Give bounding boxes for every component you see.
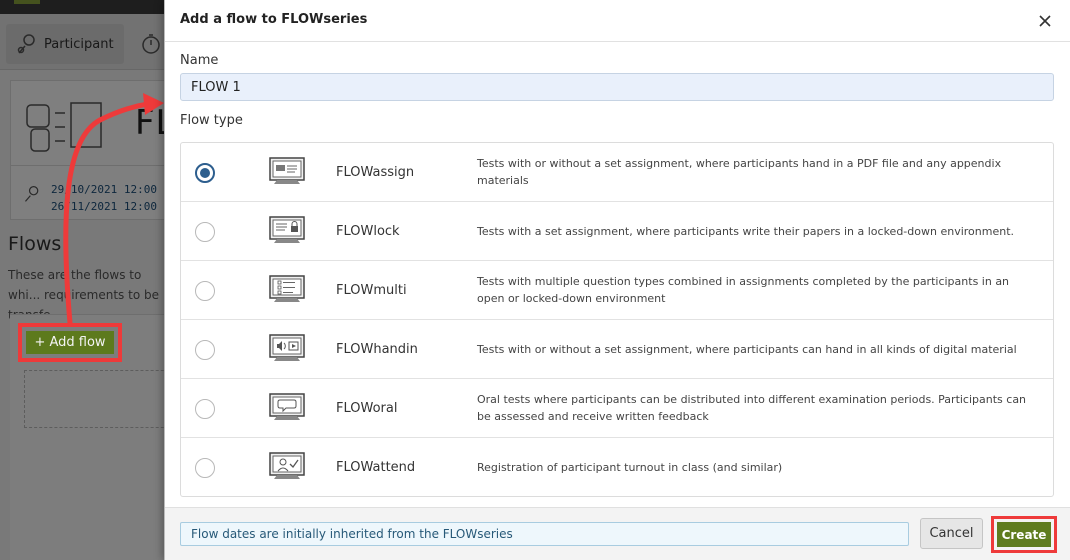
flow-type-name: FLOWlock xyxy=(336,223,400,239)
flow-type-name: FLOWhandin xyxy=(336,341,418,357)
radio-lock[interactable] xyxy=(195,222,215,242)
dialog-header: Add a flow to FLOWseries xyxy=(165,0,1070,42)
add-flow-dialog: Add a flow to FLOWseries Name Flow type … xyxy=(164,0,1070,560)
handin-icon xyxy=(269,334,305,361)
radio-oral[interactable] xyxy=(195,399,215,419)
name-input[interactable] xyxy=(180,73,1054,101)
flow-type-label: Flow type xyxy=(180,113,243,128)
flow-type-option-multi[interactable]: FLOWmulti Tests with multiple question t… xyxy=(181,261,1053,320)
flow-type-description: Tests with or without a set assignment, … xyxy=(477,157,1002,187)
oral-icon xyxy=(269,393,305,420)
radio-handin[interactable] xyxy=(195,340,215,360)
dialog-title: Add a flow to FLOWseries xyxy=(180,12,368,27)
multi-icon xyxy=(269,275,305,302)
radio-multi[interactable] xyxy=(195,281,215,301)
flow-type-name: FLOWassign xyxy=(336,164,415,180)
flow-type-option-handin[interactable]: FLOWhandin Tests with or without a set a… xyxy=(181,320,1053,379)
cancel-button[interactable]: Cancel xyxy=(920,518,983,549)
flow-type-option-oral[interactable]: FLOWoral Oral tests where participants c… xyxy=(181,379,1053,438)
flow-type-description: Tests with multiple question types combi… xyxy=(477,275,1010,305)
flow-type-description: Registration of participant turnout in c… xyxy=(477,460,783,474)
radio-attend[interactable] xyxy=(195,458,215,478)
lock-icon xyxy=(269,216,305,243)
flow-type-description: Oral tests where participants can be dis… xyxy=(477,393,1027,423)
flow-type-name: FLOWattend xyxy=(336,459,416,475)
flow-type-description: Tests with or without a set assignment, … xyxy=(477,342,1017,356)
assign-icon xyxy=(269,157,305,184)
info-message: Flow dates are initially inherited from … xyxy=(180,522,909,546)
flow-type-name: FLOWoral xyxy=(336,400,398,416)
dialog-footer: Flow dates are initially inherited from … xyxy=(165,507,1070,560)
flow-type-option-assign[interactable]: FLOWassign Tests with or without a set a… xyxy=(181,143,1053,202)
flow-type-description: Tests with a set assignment, where parti… xyxy=(477,224,1015,238)
name-label: Name xyxy=(180,53,219,68)
flow-type-option-lock[interactable]: FLOWlock Tests with a set assignment, wh… xyxy=(181,202,1053,261)
attend-icon xyxy=(269,452,305,479)
create-button[interactable]: Create xyxy=(997,522,1051,547)
flow-type-list: FLOWassign Tests with or without a set a… xyxy=(180,142,1054,497)
radio-assign[interactable] xyxy=(195,163,215,183)
create-highlight: Create xyxy=(991,516,1057,553)
close-icon xyxy=(1039,15,1051,27)
close-button[interactable] xyxy=(1034,10,1056,32)
flow-type-option-attend[interactable]: FLOWattend Registration of participant t… xyxy=(181,438,1053,496)
flow-type-name: FLOWmulti xyxy=(336,282,407,298)
